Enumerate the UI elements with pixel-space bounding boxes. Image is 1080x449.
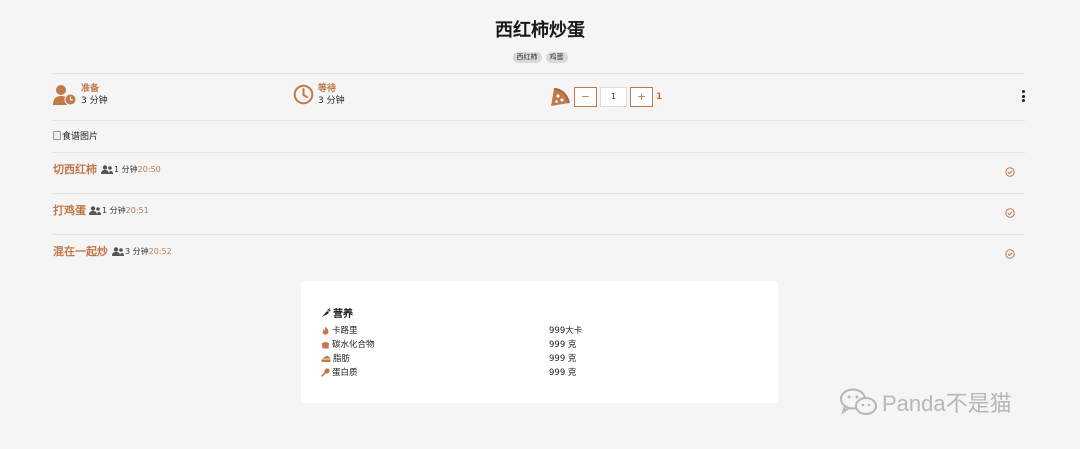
wait-value: 3 分钟 xyxy=(318,96,345,106)
prep-label: 准备 xyxy=(81,84,100,94)
recipe-image: 食谱图片 xyxy=(53,129,98,142)
step-duration: 1 分钟 xyxy=(114,165,138,174)
tag[interactable]: 西红柿 xyxy=(512,52,542,63)
cheese-icon xyxy=(321,355,331,362)
nutrition-value: 999 克 xyxy=(549,368,577,378)
step-duration: 1 分钟 xyxy=(102,206,126,215)
nutrition-row: 碳水化合物 999 克 xyxy=(321,338,761,351)
servings-count: 1 xyxy=(656,91,663,102)
user-clock-icon xyxy=(53,85,77,106)
users-icon xyxy=(112,247,124,256)
drumstick-icon xyxy=(321,367,330,377)
step-time: 20:52 xyxy=(148,247,172,256)
increase-servings-button[interactable]: + xyxy=(630,86,653,107)
nutrition-value: 999 克 xyxy=(549,340,577,350)
users-icon xyxy=(101,165,113,174)
decrease-servings-button[interactable]: − xyxy=(574,86,597,107)
servings-stepper: − 1 + 1 xyxy=(550,86,662,107)
nutrition-title: 营养 xyxy=(321,305,353,320)
step-name: 混在一起炒 xyxy=(53,245,108,258)
wait-label: 等待 xyxy=(318,84,337,94)
wechat-icon xyxy=(840,388,877,415)
tag-list: 西红柿 鸡蛋 xyxy=(0,52,1080,63)
carrot-icon xyxy=(322,307,331,317)
step-row: 混在一起炒 3 分钟 20:52 xyxy=(53,235,1025,275)
nutrition-label: 卡路里 xyxy=(332,326,358,336)
watermark-text: Panda不是猫 xyxy=(882,391,1012,416)
recipe-meta-row: 准备 3 分钟 等待 3 分钟 − 1 + 1 xyxy=(0,74,1080,120)
pizza-slice-icon xyxy=(551,88,570,106)
recipe-image-alt: 食谱图片 xyxy=(62,132,99,142)
prep-value: 3 分钟 xyxy=(81,96,108,106)
users-icon xyxy=(89,206,101,215)
fire-icon xyxy=(322,326,329,335)
nutrition-value: 999 克 xyxy=(549,354,577,364)
step-duration: 3 分钟 xyxy=(125,247,149,256)
nutrition-label: 脂肪 xyxy=(333,354,351,364)
nutrition-value: 999大卡 xyxy=(549,326,583,336)
step-name: 切西红柿 xyxy=(53,163,97,176)
broken-image-icon xyxy=(53,131,61,140)
watermark: Panda不是猫 xyxy=(838,386,1012,418)
recipe-title: 西红柿炒蛋 xyxy=(495,20,585,41)
nutrition-row: 脂肪 999 克 xyxy=(321,352,761,365)
step-time: 20:51 xyxy=(125,206,149,215)
step-row: 切西红柿 1 分钟 20:50 xyxy=(53,153,1025,193)
step-name: 打鸡蛋 xyxy=(53,204,86,217)
clock-icon xyxy=(293,84,314,105)
nutrition-label: 碳水化合物 xyxy=(332,340,375,350)
nutrition-title-text: 营养 xyxy=(333,309,353,320)
nutrition-row: 蛋白质 999 克 xyxy=(321,366,761,379)
nutrition-label: 蛋白质 xyxy=(332,368,358,378)
step-row: 打鸡蛋 1 分钟 20:51 xyxy=(53,194,1025,234)
divider xyxy=(53,120,1025,121)
nutrition-row: 卡路里 999大卡 xyxy=(321,324,761,337)
wait-time: 等待 3 分钟 xyxy=(293,84,345,108)
more-options-icon[interactable] xyxy=(1018,90,1028,104)
check-circle-icon[interactable] xyxy=(1005,167,1015,177)
prep-time: 准备 3 分钟 xyxy=(53,84,108,108)
check-circle-icon[interactable] xyxy=(1005,249,1015,259)
bread-icon xyxy=(322,341,329,348)
servings-input[interactable]: 1 xyxy=(600,86,627,107)
step-time: 20:50 xyxy=(137,165,161,174)
tag[interactable]: 鸡蛋 xyxy=(545,52,568,63)
nutrition-card: 营养 卡路里 999大卡 碳水化合物 999 克 脂肪 999 克 蛋白质 99… xyxy=(301,281,778,403)
check-circle-icon[interactable] xyxy=(1005,208,1015,218)
